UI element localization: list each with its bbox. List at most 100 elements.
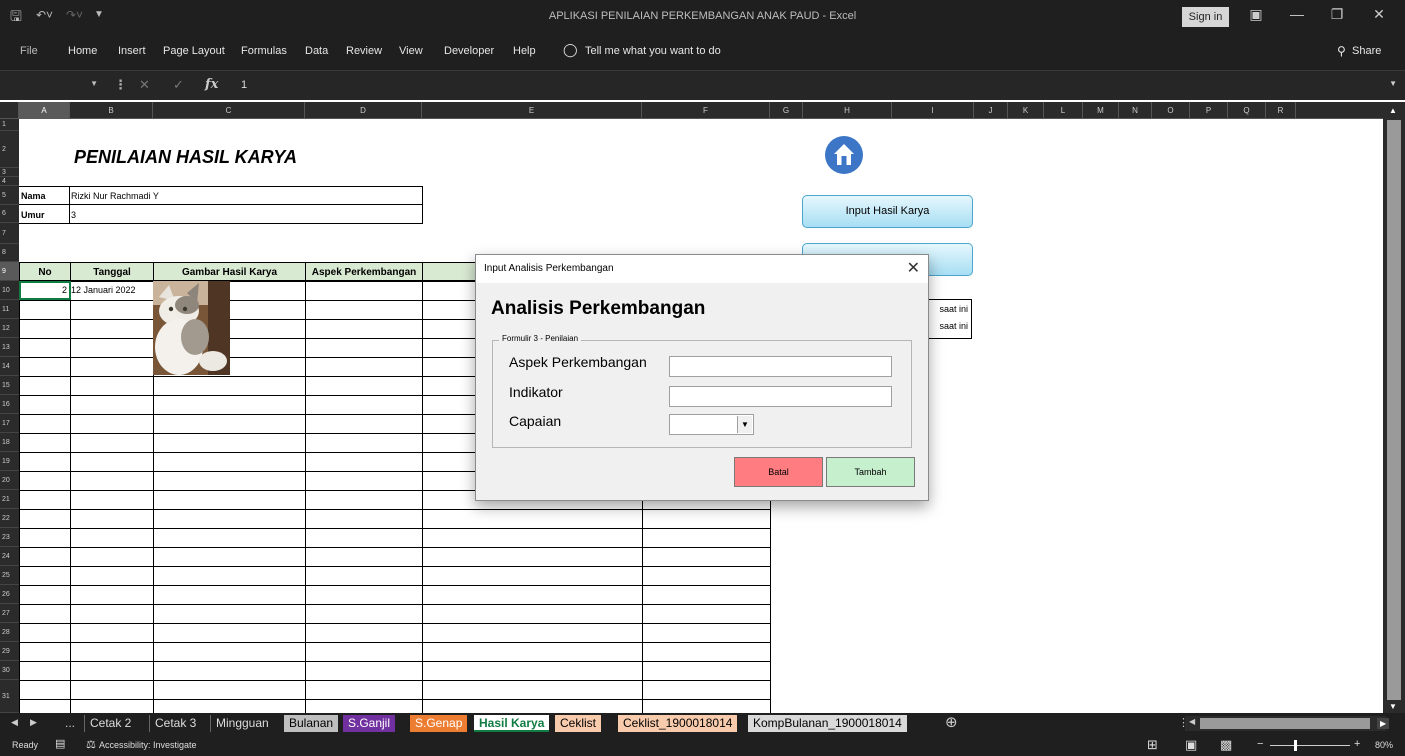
row-header[interactable]: 1: [0, 119, 19, 131]
column-header[interactable]: O: [1152, 102, 1190, 119]
column-header[interactable]: C: [153, 102, 305, 119]
menu-developer[interactable]: Developer: [444, 45, 494, 57]
column-header[interactable]: E: [422, 102, 642, 119]
row-header[interactable]: 21: [0, 490, 19, 509]
row-header[interactable]: 13: [0, 338, 19, 357]
column-header[interactable]: D: [305, 102, 422, 119]
column-header[interactable]: F: [642, 102, 770, 119]
sheet-tab[interactable]: Cetak 2: [84, 715, 137, 732]
row-header[interactable]: 15: [0, 376, 19, 395]
name-box-dropdown-icon[interactable]: ▼: [90, 79, 98, 88]
cell-tanggal[interactable]: 12 Januari 2022: [71, 285, 136, 295]
macro-record-icon[interactable]: ▤: [55, 737, 65, 750]
row-header[interactable]: 27: [0, 604, 19, 623]
menu-review[interactable]: Review: [346, 45, 382, 57]
menu-formulas[interactable]: Formulas: [241, 45, 287, 57]
row-header[interactable]: 26: [0, 585, 19, 604]
page-break-view-icon[interactable]: ▩: [1220, 737, 1232, 753]
row-header[interactable]: 4: [0, 177, 19, 186]
sheet-tab[interactable]: S.Genap: [410, 715, 468, 732]
sheet-tab[interactable]: Hasil Karya: [474, 715, 550, 732]
page-layout-view-icon[interactable]: ▣: [1185, 737, 1197, 753]
row-header[interactable]: 31: [0, 680, 19, 713]
sheet-tab[interactable]: S.Ganjil: [343, 715, 396, 732]
accessibility-status[interactable]: Accessibility: Investigate: [99, 740, 197, 750]
close-icon[interactable]: ✕: [1364, 6, 1394, 23]
input-hasil-karya-button[interactable]: Input Hasil Karya: [802, 195, 973, 228]
normal-view-icon[interactable]: ⊞: [1147, 737, 1158, 753]
row-header[interactable]: 30: [0, 661, 19, 680]
ribbon-display-icon[interactable]: ▣: [1241, 6, 1271, 23]
row-header[interactable]: 25: [0, 566, 19, 585]
row-header[interactable]: 28: [0, 623, 19, 642]
row-header[interactable]: 12: [0, 319, 19, 338]
tell-me-search[interactable]: Tell me what you want to do: [585, 45, 721, 57]
scroll-up-icon[interactable]: ▲: [1389, 106, 1397, 115]
select-all-corner[interactable]: [0, 102, 19, 119]
column-header[interactable]: P: [1190, 102, 1228, 119]
hscroll-right-icon[interactable]: ▶: [1377, 718, 1390, 729]
insert-function-icon[interactable]: fx: [205, 77, 218, 92]
hasil-karya-picture[interactable]: [153, 281, 230, 375]
zoom-level[interactable]: 80%: [1375, 740, 1393, 750]
batal-button[interactable]: Batal: [734, 457, 823, 487]
capaian-select[interactable]: ▼: [669, 414, 754, 435]
column-header[interactable]: M: [1083, 102, 1119, 119]
row-header[interactable]: 9: [0, 262, 19, 281]
zoom-slider[interactable]: [1270, 745, 1350, 746]
row-header[interactable]: 3: [0, 168, 19, 177]
enter-formula-icon[interactable]: ✓: [173, 77, 184, 93]
umur-value[interactable]: 3: [71, 210, 76, 220]
add-sheet-icon[interactable]: ⊕: [945, 713, 958, 731]
menu-data[interactable]: Data: [305, 45, 328, 57]
row-header[interactable]: 19: [0, 452, 19, 471]
column-header[interactable]: K: [1008, 102, 1044, 119]
redo-icon[interactable]: ↷˅: [66, 8, 83, 22]
dialog-titlebar[interactable]: Input Analisis Perkembangan ✕: [476, 255, 928, 283]
column-header[interactable]: I: [892, 102, 974, 119]
zoom-out-icon[interactable]: −: [1257, 738, 1263, 750]
tambah-button[interactable]: Tambah: [826, 457, 915, 487]
nama-value[interactable]: Rizki Nur Rachmadi Y: [71, 191, 159, 201]
name-box[interactable]: ▼: [8, 75, 104, 97]
scroll-thumb[interactable]: [1387, 120, 1401, 700]
row-header[interactable]: 8: [0, 244, 19, 262]
aspek-input[interactable]: [669, 356, 892, 377]
menu-file[interactable]: File: [20, 45, 38, 57]
restore-icon[interactable]: ❐: [1322, 6, 1352, 23]
chevron-down-icon[interactable]: ▼: [737, 416, 752, 433]
minimize-icon[interactable]: —: [1282, 6, 1312, 22]
expand-formula-icon[interactable]: ▼: [1389, 79, 1397, 88]
save-icon[interactable]: 🖫: [10, 6, 22, 30]
row-header[interactable]: 6: [0, 205, 19, 223]
close-icon[interactable]: ✕: [907, 258, 920, 278]
row-header[interactable]: 10: [0, 281, 19, 300]
row-header[interactable]: 11: [0, 300, 19, 319]
home-icon[interactable]: [825, 136, 863, 174]
cancel-formula-icon[interactable]: ✕: [139, 77, 150, 93]
row-header[interactable]: 24: [0, 547, 19, 566]
column-header[interactable]: N: [1119, 102, 1152, 119]
column-header[interactable]: G: [770, 102, 803, 119]
menu-view[interactable]: View: [399, 45, 423, 57]
customize-qat-icon[interactable]: ▼: [94, 9, 104, 20]
sheet-tab[interactable]: Cetak 3: [149, 715, 202, 732]
column-header[interactable]: R: [1266, 102, 1296, 119]
row-header[interactable]: 29: [0, 642, 19, 661]
formula-input[interactable]: 1: [241, 79, 247, 91]
row-header[interactable]: 14: [0, 357, 19, 376]
hscroll-left-icon[interactable]: ◀: [1189, 717, 1195, 726]
row-header[interactable]: 22: [0, 509, 19, 528]
share-button[interactable]: Share: [1352, 45, 1381, 57]
horizontal-scrollbar[interactable]: ◀: [1185, 716, 1386, 731]
column-header[interactable]: H: [803, 102, 892, 119]
row-header[interactable]: 5: [0, 186, 19, 205]
column-header[interactable]: L: [1044, 102, 1083, 119]
row-header[interactable]: 17: [0, 414, 19, 433]
menu-insert[interactable]: Insert: [118, 45, 146, 57]
zoom-in-icon[interactable]: +: [1354, 738, 1360, 750]
row-header[interactable]: 18: [0, 433, 19, 452]
sheet-tab[interactable]: KompBulanan_1900018014: [748, 715, 907, 732]
menu-home[interactable]: Home: [68, 45, 97, 57]
tab-scroll-left-icon[interactable]: ◀: [11, 717, 18, 728]
